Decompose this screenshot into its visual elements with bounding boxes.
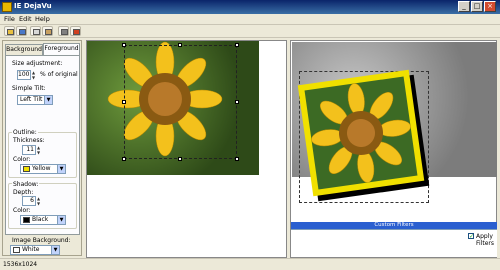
open-icon[interactable] [4, 26, 15, 36]
shadow-color-select[interactable]: Black ▼ [20, 215, 66, 225]
chevron-down-icon: ▼ [51, 246, 59, 254]
custom-filters-panel: ✓ Apply Filters [291, 229, 497, 257]
crop-selection[interactable] [124, 45, 237, 159]
simple-tilt-label: Simple Tilt: [12, 85, 46, 92]
chevron-down-icon: ▼ [57, 216, 65, 224]
tab-foreground[interactable]: Foreground [43, 43, 80, 55]
crop-handle[interactable] [122, 100, 126, 104]
source-canvas[interactable] [86, 40, 287, 258]
outline-thickness-label: Thickness: [13, 137, 45, 144]
preview-sunflower [304, 76, 418, 190]
image-background-label: Image Background: [12, 237, 71, 244]
paste-icon[interactable] [42, 26, 53, 36]
menu-edit[interactable]: Edit [19, 15, 32, 23]
outline-color-select[interactable]: Yellow ▼ [20, 164, 66, 174]
crop-handle[interactable] [122, 43, 126, 47]
print-icon[interactable] [58, 26, 69, 36]
close-button[interactable]: × [484, 1, 496, 12]
shadow-label: Shadow: [12, 181, 40, 188]
apply-filters-label: Apply Filters [476, 233, 494, 247]
maximize-button[interactable]: □ [471, 1, 483, 12]
outline-color-value: Yellow [32, 165, 51, 172]
crop-handle[interactable] [178, 43, 182, 47]
simple-tilt-value: Left Tilt [20, 96, 43, 103]
shadow-color-value: Black [32, 216, 49, 223]
outline-color-swatch [23, 165, 30, 172]
title-bar: IE DejaVu _ □ × [0, 0, 500, 14]
size-label: Size adjustment: [12, 60, 63, 67]
outline-color-label: Color: [13, 156, 31, 163]
status-bar: 1536x1024 [0, 258, 500, 270]
crop-handle[interactable] [235, 157, 239, 161]
size-suffix: % of original [40, 71, 78, 78]
apply-filters-checkbox[interactable]: ✓ [468, 233, 474, 240]
copy-icon[interactable] [30, 26, 41, 36]
menu-bar: File Edit Help [0, 14, 500, 25]
chevron-down-icon: ▼ [44, 96, 52, 104]
toolbar [0, 25, 500, 38]
outline-thickness-stepper[interactable]: ▲ ▼ [37, 145, 42, 155]
size-stepper[interactable]: ▲ ▼ [32, 70, 37, 80]
shadow-depth-label: Depth: [13, 189, 34, 196]
image-background-swatch [13, 246, 20, 253]
menu-file[interactable]: File [4, 15, 15, 23]
outline-label: Outline: [12, 129, 38, 136]
tab-background[interactable]: Background [5, 44, 43, 55]
tool-icon[interactable] [70, 26, 81, 36]
shadow-color-swatch [23, 216, 30, 223]
minimize-button[interactable]: _ [458, 1, 470, 12]
menu-help[interactable]: Help [35, 15, 50, 23]
image-background-select[interactable]: White ▼ [10, 245, 60, 255]
crop-handle[interactable] [178, 157, 182, 161]
shadow-depth-input[interactable]: 6 [22, 196, 36, 206]
crop-handle[interactable] [235, 100, 239, 104]
preview-outline [297, 69, 425, 197]
custom-filters-header: Custom Filters [291, 222, 497, 229]
shadow-depth-stepper[interactable]: ▲ ▼ [37, 196, 42, 206]
save-icon[interactable] [16, 26, 27, 36]
size-input[interactable]: 100 [17, 70, 31, 80]
crop-handle[interactable] [122, 157, 126, 161]
app-icon [2, 2, 12, 12]
window-title: IE DejaVu [14, 2, 52, 10]
crop-handle[interactable] [235, 43, 239, 47]
resolution-status: 1536x1024 [3, 261, 38, 268]
outline-thickness-input[interactable]: 11 [22, 145, 36, 155]
simple-tilt-select[interactable]: Left Tilt ▼ [17, 95, 53, 105]
chevron-down-icon: ▼ [57, 165, 65, 173]
shadow-color-label: Color: [13, 207, 31, 214]
image-background-value: White [22, 246, 40, 253]
